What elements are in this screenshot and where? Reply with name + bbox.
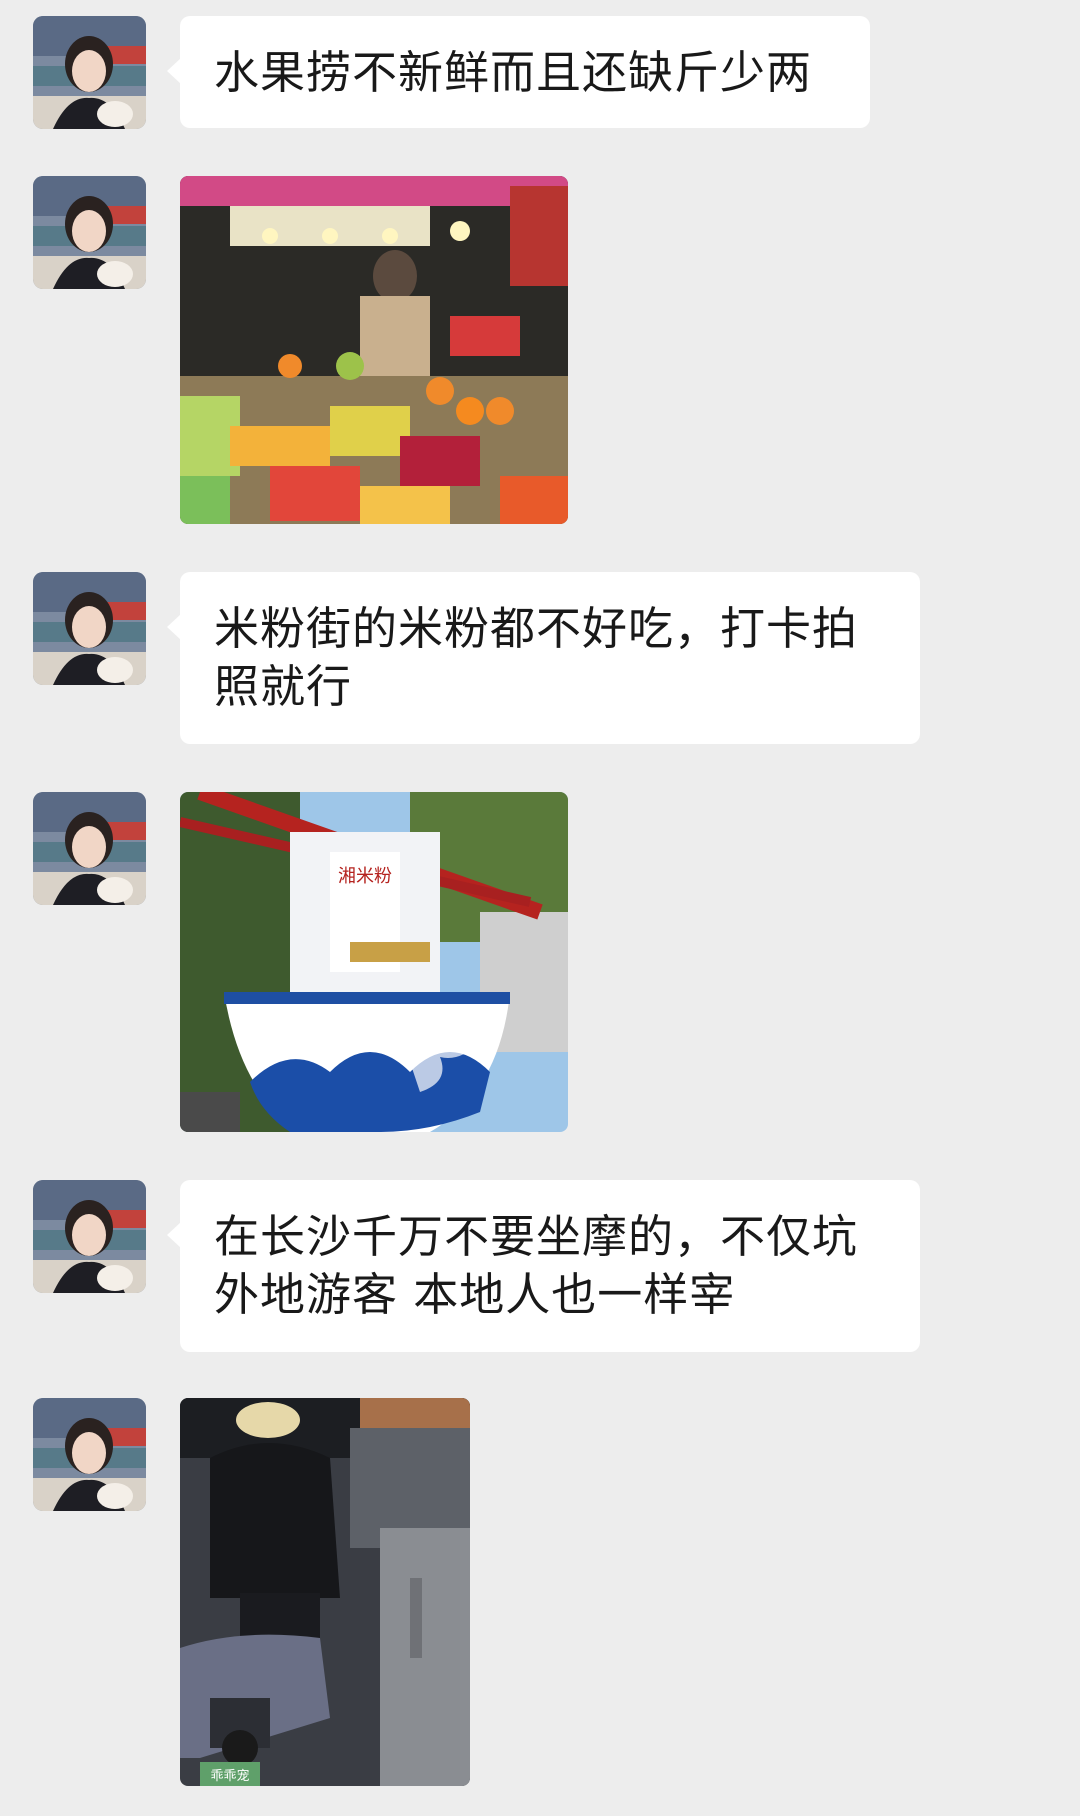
message-bubble[interactable]: 水果捞不新鲜而且还缺斤少两 <box>167 16 870 128</box>
message-bubble[interactable]: 米粉街的米粉都不好吃，打卡拍照就行 <box>167 572 920 744</box>
message-text: 在长沙千万不要坐摩的，不仅坑外地游客 本地人也一样宰 <box>214 1210 859 1321</box>
sign-text: 湘米粉 <box>338 866 392 887</box>
chat-window: 水果捞不新鲜而且还缺斤少两 米粉街的米粉都不好吃，打卡拍照就行 湘米粉 在长沙千… <box>0 0 1080 1816</box>
message-bubble[interactable]: 在长沙千万不要坐摩的，不仅坑外地游客 本地人也一样宰 <box>167 1180 920 1352</box>
sender-avatar[interactable] <box>33 572 146 685</box>
sender-avatar[interactable] <box>33 792 146 905</box>
fruit-stall-photo[interactable] <box>180 176 568 524</box>
sender-avatar[interactable] <box>33 1180 146 1293</box>
noodle-bowl-sculpture-photo[interactable]: 湘米粉 <box>180 792 568 1132</box>
sender-avatar[interactable] <box>33 1398 146 1511</box>
sender-avatar[interactable] <box>33 176 146 289</box>
license-plate-text: 乖乖宠 <box>210 1768 249 1784</box>
sender-avatar[interactable] <box>33 16 146 129</box>
motorcycle-taxi-photo[interactable]: 乖乖宠 <box>180 1398 470 1786</box>
message-text: 米粉街的米粉都不好吃，打卡拍照就行 <box>214 602 859 713</box>
message-text: 水果捞不新鲜而且还缺斤少两 <box>214 46 813 99</box>
